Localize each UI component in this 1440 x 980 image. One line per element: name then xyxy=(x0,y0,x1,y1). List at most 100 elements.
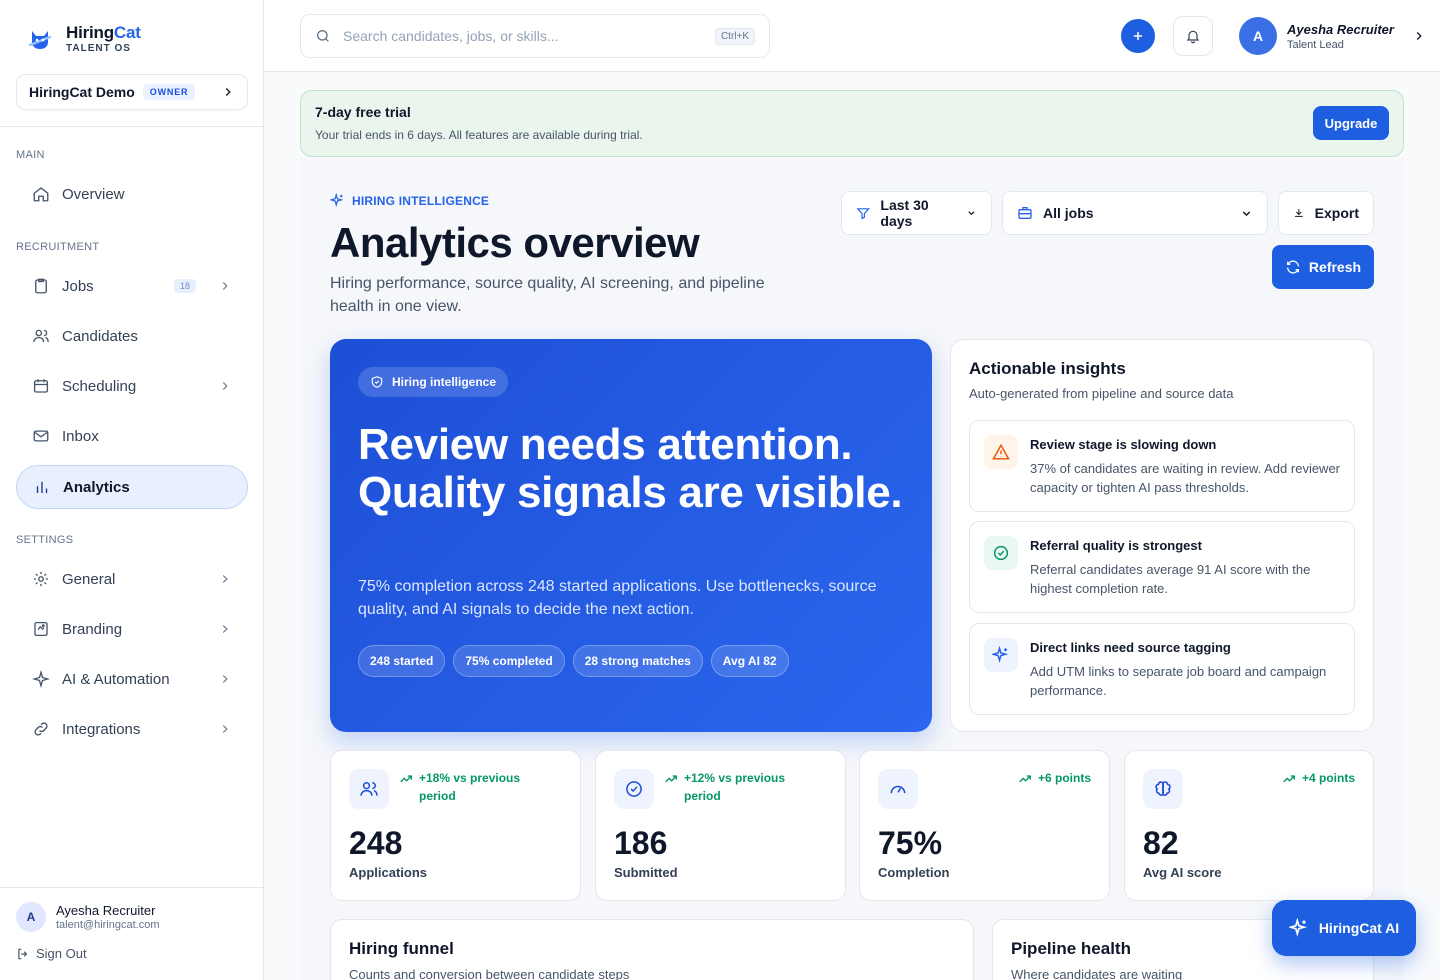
pill-avg-ai: Avg AI 82 xyxy=(710,645,789,677)
notifications-button[interactable] xyxy=(1173,16,1213,56)
sidebar-item-candidates[interactable]: Candidates xyxy=(16,314,248,358)
bar-chart-icon xyxy=(36,481,48,493)
user-email: talent@hiringcat.com xyxy=(56,919,160,931)
stat-icon xyxy=(614,769,654,809)
jobs-label: All jobs xyxy=(1043,205,1094,221)
shield-check-icon xyxy=(371,376,383,388)
period-filter[interactable]: Last 30 days xyxy=(841,191,992,235)
insights-panel: Actionable insights Auto-generated from … xyxy=(950,339,1374,732)
sidebar-item-inbox[interactable]: Inbox xyxy=(16,414,248,458)
topbar: Ctrl+K A Ayesha Recruiter Talent Lead xyxy=(264,0,1440,72)
bell-icon xyxy=(1186,30,1200,44)
stat-icon xyxy=(878,769,918,809)
stat-trend: +6 points xyxy=(1018,769,1091,787)
chevron-down-icon xyxy=(1242,210,1251,216)
sparkle-icon xyxy=(992,646,1009,663)
profile-name: Ayesha Recruiter xyxy=(1287,21,1394,37)
divider xyxy=(0,126,264,127)
card-title: Pipeline health xyxy=(1011,939,1131,958)
stat-value: 248 xyxy=(349,825,403,861)
hero-title: Review needs attention. Quality signals … xyxy=(358,420,903,517)
mail-icon xyxy=(33,430,49,442)
jobs-filter[interactable]: All jobs xyxy=(1002,191,1268,235)
chevron-down-icon xyxy=(968,211,975,216)
period-label: Last 30 days xyxy=(880,197,929,229)
stat-label: Submitted xyxy=(614,865,678,880)
current-user[interactable]: A Ayesha Recruiter talent@hiringcat.com xyxy=(16,902,160,932)
hiring-funnel-card: Hiring funnel Counts and conversion betw… xyxy=(330,919,974,980)
shortcut-hint: Ctrl+K xyxy=(714,27,755,45)
logout-icon xyxy=(18,948,28,959)
hero-chip: Hiring intelligence xyxy=(358,367,509,397)
sidebar-item-overview[interactable]: Overview xyxy=(16,172,248,216)
brand[interactable]: HiringCat TALENT OS xyxy=(26,24,141,54)
pill-strong-matches: 28 strong matches xyxy=(572,645,703,677)
page-title: Analytics overview xyxy=(330,219,700,266)
sidebar-footer: A Ayesha Recruiter talent@hiringcat.com … xyxy=(0,887,264,980)
palette-icon xyxy=(34,621,48,637)
chevron-right-icon xyxy=(225,88,231,96)
workspace-name: HiringCat Demo xyxy=(29,84,135,100)
insights-title: Actionable insights xyxy=(969,359,1126,378)
profile-role: Talent Lead xyxy=(1287,38,1344,51)
trend-up-icon xyxy=(665,775,677,783)
insight-icon xyxy=(984,435,1018,469)
brain-icon xyxy=(1155,781,1171,796)
refresh-label: Refresh xyxy=(1308,259,1362,275)
sidebar: HiringCat TALENT OS HiringCat Demo OWNER… xyxy=(0,0,264,980)
insight-card[interactable]: Review stage is slowing down 37% of cand… xyxy=(969,420,1355,512)
calendar-icon xyxy=(33,379,49,393)
search-box[interactable]: Ctrl+K xyxy=(300,14,770,58)
section-recruitment: RECRUITMENT xyxy=(16,241,100,253)
sidebar-item-branding[interactable]: Branding xyxy=(16,607,248,651)
insight-card[interactable]: Direct links need source tagging Add UTM… xyxy=(969,623,1355,715)
page-description: Hiring performance, source quality, AI s… xyxy=(330,275,765,315)
sidebar-item-scheduling[interactable]: Scheduling xyxy=(16,364,248,408)
sidebar-item-label: Overview xyxy=(62,185,125,203)
warning-icon xyxy=(992,443,1010,460)
profile-menu[interactable]: A Ayesha Recruiter Talent Lead xyxy=(1239,17,1426,55)
sidebar-item-label: Integrations xyxy=(62,720,141,738)
sidebar-item-jobs[interactable]: Jobs 18 xyxy=(16,264,248,308)
insight-title: Direct links need source tagging xyxy=(1030,640,1231,655)
trend-up-icon xyxy=(400,775,412,783)
chevron-right-icon xyxy=(222,575,228,583)
sign-out-button[interactable]: Sign Out xyxy=(16,946,87,961)
insight-card[interactable]: Referral quality is strongest Referral c… xyxy=(969,521,1355,613)
sidebar-item-label: Jobs xyxy=(62,277,94,295)
clipboard-icon xyxy=(35,278,47,294)
trend-up-icon xyxy=(1019,775,1031,783)
stat-card-avg-ai-score: +4 points 82 Avg AI score xyxy=(1124,750,1374,901)
trial-text: Your trial ends in 6 days. All features … xyxy=(315,128,643,142)
user-name: Ayesha Recruiter xyxy=(56,903,156,918)
insights-subtitle: Auto-generated from pipeline and source … xyxy=(969,386,1234,401)
sidebar-item-analytics[interactable]: Analytics xyxy=(16,465,248,509)
stat-value: 82 xyxy=(1143,825,1179,861)
search-input[interactable] xyxy=(343,28,703,44)
sidebar-item-general[interactable]: General xyxy=(16,557,248,601)
sidebar-item-ai-automation[interactable]: AI & Automation xyxy=(16,657,248,701)
hero-card: Hiring intelligence Review needs attenti… xyxy=(330,339,932,732)
gauge-icon xyxy=(890,785,906,794)
trial-banner: 7-day free trial Your trial ends in 6 da… xyxy=(300,90,1404,157)
insight-icon xyxy=(984,638,1018,672)
ai-assistant-button[interactable]: HiringCat AI xyxy=(1272,900,1416,956)
workspace-switcher[interactable]: HiringCat Demo OWNER xyxy=(16,74,248,110)
chevron-right-icon xyxy=(222,282,228,290)
eyebrow: HIRING INTELLIGENCE xyxy=(330,193,489,208)
ai-button-label: HiringCat AI xyxy=(1318,920,1400,936)
export-button[interactable]: Export xyxy=(1278,191,1374,235)
sidebar-item-integrations[interactable]: Integrations xyxy=(16,707,248,751)
avatar: A xyxy=(1239,17,1277,55)
users-icon xyxy=(360,782,378,796)
link-icon xyxy=(34,722,48,736)
cat-logo-icon xyxy=(28,31,52,49)
insight-title: Referral quality is strongest xyxy=(1030,538,1202,553)
section-main: MAIN xyxy=(16,149,45,161)
refresh-button[interactable]: Refresh xyxy=(1272,245,1374,289)
sparkle-icon xyxy=(1288,918,1307,937)
sidebar-item-label: Candidates xyxy=(62,327,138,345)
upgrade-button[interactable]: Upgrade xyxy=(1313,106,1389,140)
create-button[interactable] xyxy=(1121,19,1155,53)
sidebar-item-label: Scheduling xyxy=(62,377,137,395)
